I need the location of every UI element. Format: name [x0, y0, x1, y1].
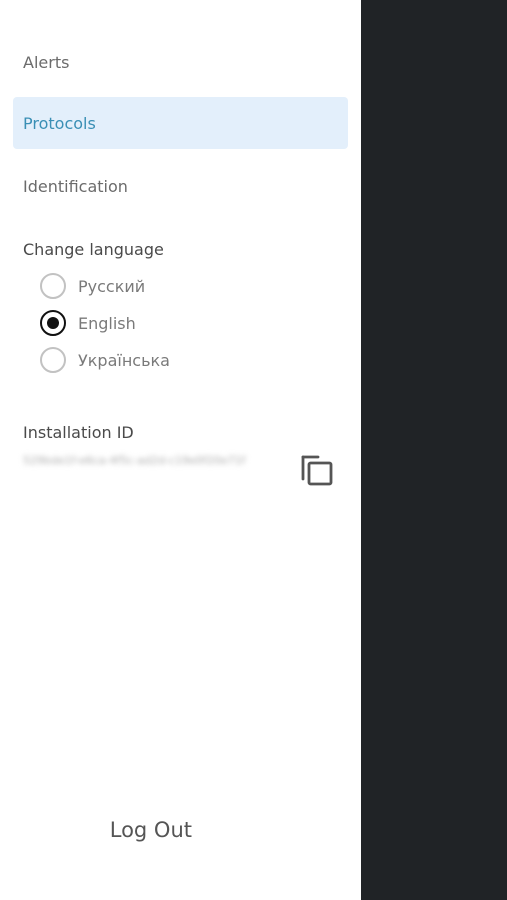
menu-item-label: Alerts [23, 52, 70, 72]
language-option-english[interactable]: English [40, 309, 136, 337]
language-option-label: English [78, 313, 136, 333]
language-option-label: Русский [78, 276, 146, 296]
installation-id-value: 529bde1f-e6ca-4f5c-ad2d-c19e0f20e71f [23, 454, 246, 467]
radio-button-selected[interactable] [40, 310, 66, 336]
copy-button[interactable] [298, 448, 338, 488]
copy-icon [301, 455, 333, 486]
menu-item-protocols[interactable]: Protocols [13, 97, 348, 149]
change-language-title: Change language [23, 240, 164, 259]
language-option-label: Українська [78, 350, 170, 370]
menu-item-label: Protocols [23, 113, 96, 133]
navigation-drawer: Alerts Protocols Identification Change l… [0, 0, 361, 900]
installation-id-title: Installation ID [23, 423, 134, 442]
menu-item-alerts[interactable]: Alerts [13, 36, 348, 88]
language-option-russian[interactable]: Русский [40, 272, 145, 300]
logout-button[interactable]: Log Out [110, 818, 192, 842]
language-option-ukrainian[interactable]: Українська [40, 346, 170, 374]
menu-item-identification[interactable]: Identification [13, 160, 348, 212]
radio-button[interactable] [40, 273, 66, 299]
drawer-scrim[interactable] [361, 0, 507, 900]
menu-item-label: Identification [23, 176, 128, 196]
radio-button[interactable] [40, 347, 66, 373]
